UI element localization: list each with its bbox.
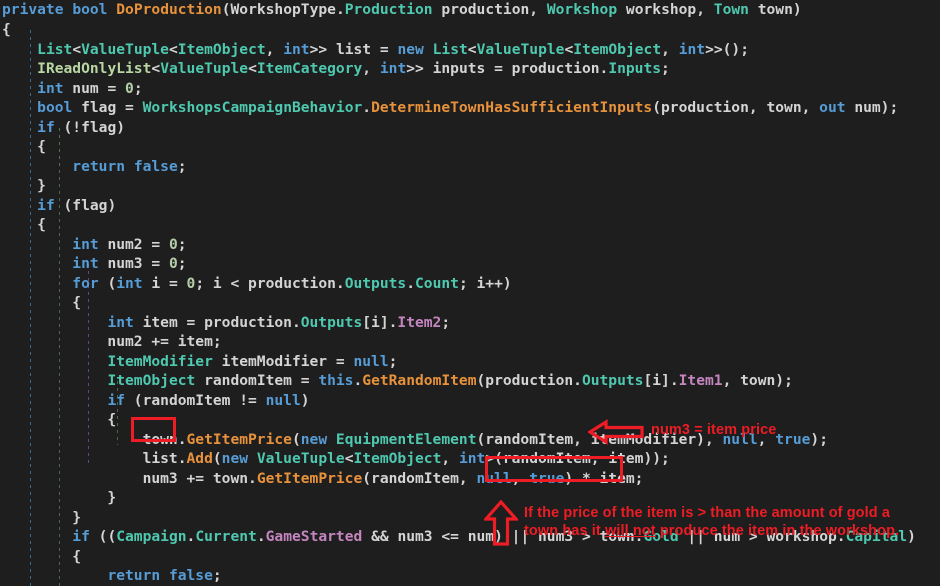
code-line: { <box>2 216 46 233</box>
code-line: int num3 = 0; <box>72 255 187 272</box>
annotation-line-1: If the price of the item is > than the a… <box>524 505 891 521</box>
annotation-line-2-emphasis: will not <box>604 523 656 539</box>
annotation-line-2-pre: town has it <box>524 523 605 539</box>
code-line: { <box>2 547 82 565</box>
code-line: int item = production.Outputs[i].Item2; <box>107 313 451 331</box>
code-line: private bool DoProduction(WorkshopType.P… <box>2 1 802 18</box>
code-line: list.Add(new ValueTuple<ItemObject, int>… <box>2 450 670 467</box>
code-line: IReadOnlyList<ValueTuple<ItemCategory, i… <box>37 60 670 77</box>
code-text-area[interactable]: private bool DoProduction(WorkshopType.P… <box>0 0 940 586</box>
code-line: num2 += item; <box>2 333 222 350</box>
code-line: return false; <box>72 157 187 175</box>
code-line: ItemObject randomItem = this.GetRandomIt… <box>107 372 793 389</box>
annotation-line-2-post: produce the item in the workshop. <box>655 523 900 539</box>
code-line: int num = 0; <box>37 79 143 97</box>
code-line: { <box>2 411 117 428</box>
code-line: if (randomItem != null) <box>107 391 310 409</box>
annotation-price-gold-note: If the price of the item is > than the a… <box>524 504 899 540</box>
up-pointing-block-arrow <box>484 500 518 546</box>
code-line: if (!flag) <box>37 118 126 136</box>
code-line: town.GetItemPrice(new EquipmentElement(r… <box>2 430 828 448</box>
code-line: int num2 = 0; <box>72 235 187 253</box>
code-line: bool flag = WorkshopsCampaignBehavior.De… <box>37 99 899 116</box>
code-line: List<ValueTuple<ItemObject, int>> list =… <box>37 40 749 58</box>
code-line: for (int i = 0; i < production.Outputs.C… <box>72 274 512 292</box>
code-editor-screenshot: private bool DoProduction(WorkshopType.P… <box>0 0 940 586</box>
annotation-num3-item-price: num3 = item price <box>651 422 777 438</box>
code-line: return false; <box>107 567 222 584</box>
left-pointing-block-arrow <box>588 419 644 445</box>
code-line: } <box>2 177 46 194</box>
code-line: { <box>2 294 82 311</box>
code-line: { <box>2 138 46 155</box>
code-line: num3 += town.GetItemPrice(randomItem, nu… <box>2 469 644 487</box>
code-line: { <box>2 21 11 38</box>
code-line: if (flag) <box>37 196 117 214</box>
code-line: ItemModifier itemModifier = null; <box>107 352 398 370</box>
